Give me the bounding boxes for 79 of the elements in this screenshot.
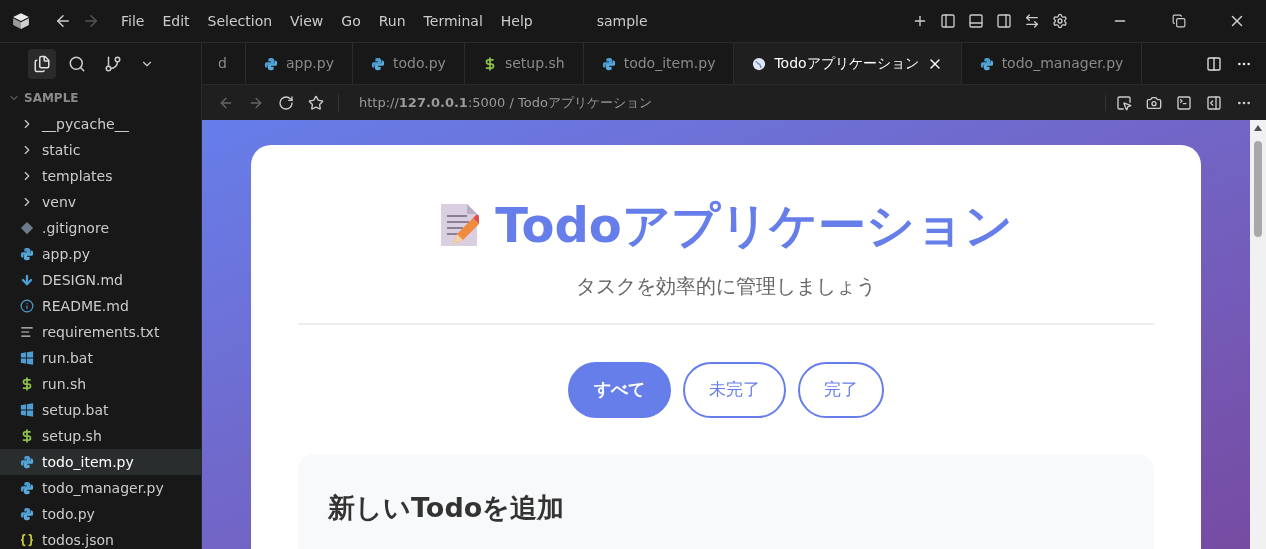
file-tree-item[interactable]: todo_manager.py [0, 475, 201, 501]
settings-icon[interactable] [1052, 13, 1068, 29]
files-icon [33, 55, 51, 73]
dollar-icon [20, 377, 34, 391]
python-icon [20, 455, 34, 469]
file-tree-item[interactable]: todo_item.py [0, 449, 201, 475]
editor-tab[interactable]: d [202, 43, 246, 84]
inspect-icon[interactable] [1116, 94, 1132, 111]
camera-icon[interactable] [1146, 94, 1162, 111]
file-tree-item[interactable]: .gitignore [0, 215, 201, 241]
page-title: Todoアプリケーション [495, 201, 1013, 249]
editor-tab[interactable]: setup.sh [464, 43, 584, 84]
explorer-button[interactable] [28, 49, 56, 79]
file-tree-item[interactable]: todos.json [0, 527, 201, 549]
reload-icon[interactable] [278, 94, 294, 111]
section-title: 新しいTodoを追加 [328, 492, 565, 523]
address-field[interactable]: http://127.0.0.1:5000 / Todoアプリケーション [359, 92, 652, 113]
python-icon [979, 56, 994, 71]
windows-icon [20, 351, 34, 365]
python-icon [601, 56, 616, 71]
file-tree-item[interactable]: run.sh [0, 371, 201, 397]
editor-tab[interactable]: todo_manager.py [961, 43, 1143, 84]
page-subtitle: タスクを効率的に管理しましょう [576, 273, 876, 300]
secondary-sidebar-icon[interactable] [996, 13, 1012, 29]
memo-icon [439, 202, 480, 248]
split-editor-icon[interactable] [1206, 55, 1222, 72]
python-icon [20, 247, 34, 261]
file-tree-item[interactable]: run.bat [0, 345, 201, 371]
terminal-icon[interactable] [1176, 94, 1192, 111]
file-tree-item[interactable]: setup.sh [0, 423, 201, 449]
plus-icon[interactable] [912, 13, 928, 29]
diamond-icon [20, 221, 34, 235]
file-tree-item[interactable]: app.py [0, 241, 201, 267]
sidebar-toggle-icon[interactable] [940, 13, 956, 29]
swap-icon[interactable] [1024, 13, 1040, 29]
file-tree-item[interactable]: venv [0, 189, 201, 215]
info-icon [20, 299, 34, 313]
globe-icon [752, 56, 767, 71]
file-tree-item[interactable]: __pycache__ [0, 111, 201, 137]
star-icon[interactable] [308, 94, 324, 111]
file-tree-item[interactable]: DESIGN.md [0, 267, 201, 293]
scrollbar-thumb[interactable] [1254, 141, 1262, 237]
editor-tab[interactable]: todo.py [353, 43, 465, 84]
filter-button[interactable]: すべて [568, 362, 671, 418]
braces-icon [20, 533, 34, 547]
text-lines-icon [20, 325, 34, 339]
filter-button[interactable]: 未完了 [683, 362, 786, 418]
explorer-title: SAMPLE [24, 90, 79, 107]
python-icon [20, 507, 34, 521]
menu-item[interactable]: Go [332, 10, 370, 32]
panel-icon[interactable] [1206, 94, 1222, 111]
file-tree-item[interactable]: templates [0, 163, 201, 189]
dollar-icon [20, 429, 34, 443]
file-tree-item[interactable]: setup.bat [0, 397, 201, 423]
windows-icon [20, 403, 34, 417]
menu-item[interactable]: Terminal [414, 10, 492, 32]
restore-icon[interactable] [1172, 14, 1186, 28]
file-tree-item[interactable]: README.md [0, 293, 201, 319]
file-tree-item[interactable]: static [0, 137, 201, 163]
window-title: sample [596, 11, 648, 31]
branch-icon[interactable] [104, 55, 122, 73]
menu-item[interactable]: Edit [153, 10, 199, 32]
scroll-up-icon[interactable] [1254, 125, 1262, 131]
search-icon[interactable] [68, 55, 86, 73]
editor-tab[interactable]: Todoアプリケーション [734, 43, 962, 84]
menu-item[interactable]: Run [369, 10, 415, 32]
python-icon [371, 56, 385, 71]
menu-item[interactable]: Help [491, 10, 542, 32]
panel-toggle-icon[interactable] [968, 13, 984, 29]
menu-item[interactable]: File [112, 10, 154, 32]
python-icon [20, 481, 34, 495]
python-icon [264, 56, 278, 71]
file-tree-item[interactable]: todo.py [0, 501, 201, 527]
menu-item[interactable]: View [281, 10, 333, 32]
filter-button[interactable]: 完了 [798, 362, 884, 418]
app-logo [12, 12, 30, 30]
menu-item[interactable]: Selection [198, 10, 282, 32]
file-tree-item[interactable]: requirements.txt [0, 319, 201, 345]
editor-tab[interactable]: app.py [246, 43, 353, 84]
